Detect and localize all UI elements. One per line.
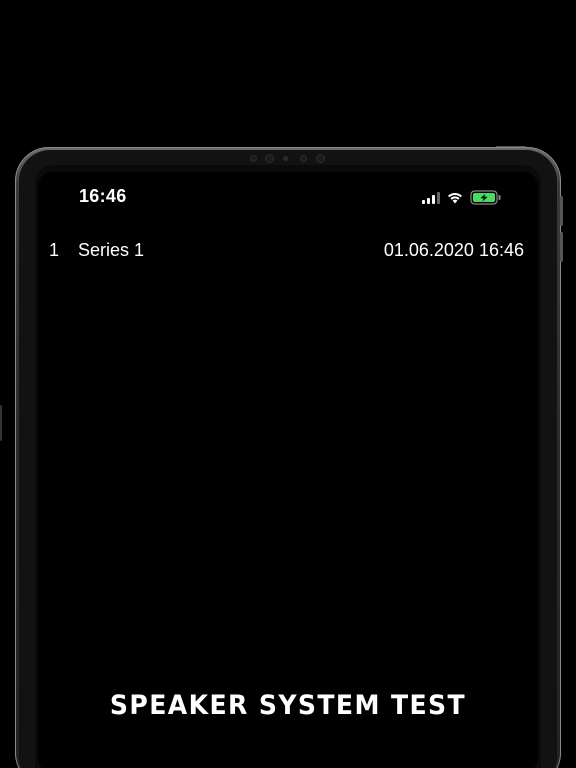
camera-icon (283, 156, 288, 161)
battery-charging-icon (470, 189, 502, 205)
series-index: 1 (49, 240, 60, 260)
sensor-icon (300, 155, 307, 162)
wifi-icon (446, 191, 464, 204)
status-icons (422, 187, 502, 207)
cellular-signal-icon (422, 191, 440, 204)
camera-bar (250, 153, 328, 165)
volume-up-button (560, 196, 563, 226)
status-time: 16:46 (79, 186, 127, 206)
status-bar: 16:46 (38, 172, 538, 222)
app-title: SPEAKER SYSTEM TEST (109, 690, 467, 721)
series-date: 01.06.2020 16:46 (383, 240, 524, 260)
sensor-icon (316, 154, 325, 163)
side-button (0, 405, 2, 441)
volume-down-button (560, 232, 563, 262)
list-item[interactable]: 1 Series 1 01.06.2020 16:46 (38, 236, 538, 266)
sensor-icon (265, 154, 274, 163)
sensor-icon (250, 155, 257, 162)
series-name: Series 1 (78, 240, 145, 260)
page: 16:46 1 Series 1 01.06.2020 16:46 SPEAKE… (0, 0, 576, 768)
app-screen: 16:46 1 Series 1 01.06.2020 16:46 SPEAKE… (38, 172, 538, 768)
